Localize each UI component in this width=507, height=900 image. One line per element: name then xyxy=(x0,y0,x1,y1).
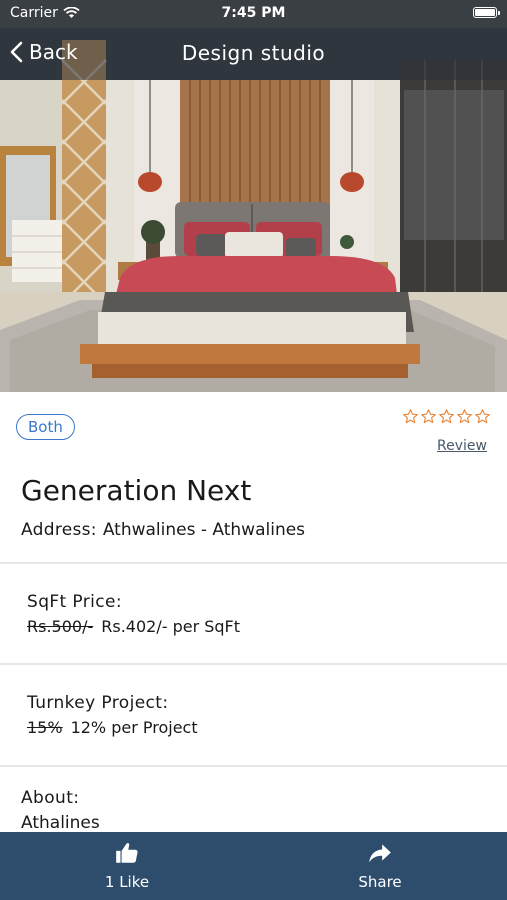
like-button[interactable]: 1 Like xyxy=(67,832,187,900)
status-bar: Carrier 7:45 PM xyxy=(0,0,507,28)
sqft-new-price: Rs.402/- per SqFt xyxy=(101,617,241,636)
clock: 7:45 PM xyxy=(221,5,286,21)
rating-stars[interactable] xyxy=(402,408,491,425)
sqft-price-row: Rs.500/- Rs.402/- per SqFt xyxy=(27,617,240,636)
review-link[interactable]: Review xyxy=(437,438,487,454)
navigation-bar: Back Design studio xyxy=(0,28,507,80)
share-arrow-icon xyxy=(369,844,391,863)
star-empty-icon[interactable] xyxy=(456,408,473,425)
share-label: Share xyxy=(358,873,402,891)
star-empty-icon[interactable] xyxy=(438,408,455,425)
project-name: Generation Next xyxy=(21,474,252,507)
about-title: About: xyxy=(21,788,80,808)
star-empty-icon[interactable] xyxy=(420,408,437,425)
star-empty-icon[interactable] xyxy=(402,408,419,425)
turnkey-new-price: 12% per Project xyxy=(70,718,198,737)
share-button[interactable]: Share xyxy=(320,832,440,900)
battery-icon xyxy=(473,7,500,18)
about-text: Athalines xyxy=(21,813,100,833)
bottom-action-bar: 1 Like Share xyxy=(0,832,507,900)
divider xyxy=(0,663,507,665)
type-badge: Both xyxy=(16,414,75,440)
sqft-price-title: SqFt Price: xyxy=(27,592,123,612)
turnkey-price-row: 15% 12% per Project xyxy=(27,718,198,737)
page-title: Design studio xyxy=(181,41,326,65)
star-empty-icon[interactable] xyxy=(474,408,491,425)
like-count-label: 1 Like xyxy=(104,873,150,891)
sqft-old-price: Rs.500/- xyxy=(27,617,94,636)
address-value: Athwalines - Athwalines xyxy=(102,520,306,540)
turnkey-old-price: 15% xyxy=(27,718,63,737)
turnkey-title: Turnkey Project: xyxy=(27,693,169,713)
thumbs-up-icon xyxy=(116,843,138,863)
divider xyxy=(0,765,507,767)
address: Address: Athwalines - Athwalines xyxy=(21,520,305,540)
divider xyxy=(0,562,507,564)
address-label: Address: xyxy=(21,520,97,540)
